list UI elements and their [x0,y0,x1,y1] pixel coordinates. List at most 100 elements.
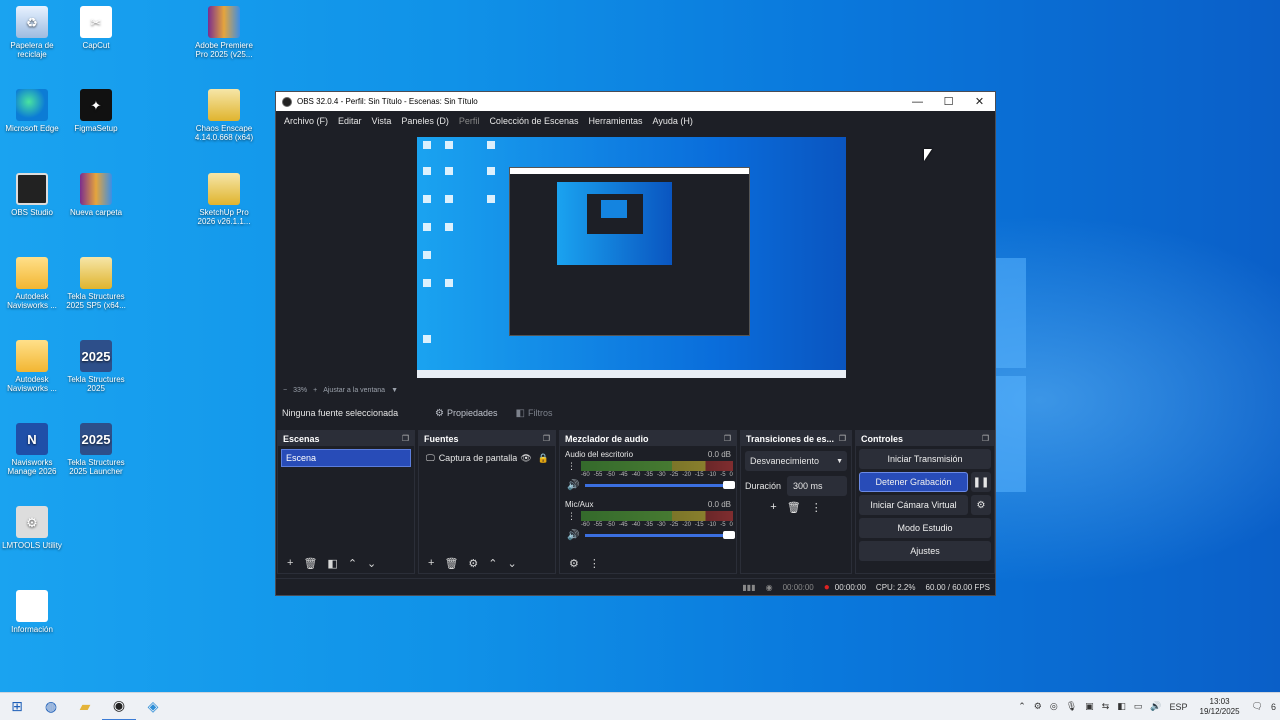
microphone-icon[interactable]: 🎙 [1066,701,1077,712]
notification-center-button[interactable]: 🗨 6 [1248,701,1280,712]
zoom-in-button[interactable]: + [313,387,317,394]
desktop-icon-obs[interactable]: OBS Studio [0,173,64,217]
transition-select[interactable]: Desvanecimiento ▼ [745,451,847,471]
tray-app-icon[interactable]: ◎ [1050,701,1058,712]
advanced-audio-gear-icon[interactable]: ⚙ [569,557,579,570]
filter-icon[interactable]: ◧ [327,557,337,570]
file-explorer-icon[interactable]: ▰ [68,693,102,720]
eye-icon[interactable]: 👁 [520,453,531,464]
desktop-icon-premiere[interactable]: Adobe Premiere Pro 2025 (v25... [192,6,256,59]
volume-slider-handle[interactable] [723,481,735,489]
add-transition-icon[interactable]: + [770,501,776,514]
more-options-icon[interactable]: ⋮ [567,461,576,472]
obs-titlebar[interactable]: OBS 32.0.4 - Perfil: Sin Título - Escena… [276,92,995,111]
stop-recording-button[interactable]: Detener Grabación [859,472,968,492]
desktop-icon-capcut[interactable]: ✂ CapCut [64,6,128,50]
tray-app-icon[interactable]: ◧ [1117,701,1126,712]
source-item[interactable]: 🖵 Captura de pantalla 👁 🔒 [422,449,552,467]
edge-icon[interactable]: ◍ [34,693,68,720]
studio-mode-button[interactable]: Modo Estudio [859,518,991,538]
tray-app-icon[interactable]: ⇆ [1102,701,1110,712]
start-streaming-button[interactable]: Iniciar Transmisión [859,449,991,469]
network-icon[interactable]: ▭ [1134,701,1143,712]
menu-editar[interactable]: Editar [333,116,367,126]
desktop-icon-tekla-sp5[interactable]: Tekla Structures 2025 SP5 (x64... [64,257,128,310]
zoom-value: 33% [293,386,308,394]
tray-app-icon[interactable]: ▣ [1085,701,1094,712]
start-virtual-camera-button[interactable]: Iniciar Cámara Virtual [859,495,968,515]
undock-icon[interactable]: ❐ [839,434,846,443]
app-taskbar-icon[interactable]: ◈ [136,693,170,720]
undock-icon[interactable]: ❐ [543,434,550,443]
chevron-up-icon[interactable]: ⌃ [488,557,497,570]
minimize-button[interactable]: — [902,92,933,111]
more-options-icon[interactable]: ⋮ [567,511,576,522]
obs-taskbar-icon[interactable]: ◉ [102,693,136,720]
menu-coleccion-escenas[interactable]: Colección de Escenas [484,116,583,126]
close-button[interactable]: ✕ [964,92,995,111]
system-tray: ⌃ ⚙ ◎ 🎙 ▣ ⇆ ◧ ▭ 🔊 ESP [1014,701,1191,712]
zoom-out-button[interactable]: − [283,387,287,394]
desktop-icon-navisworks-folder[interactable]: Autodesk Navisworks ... [0,257,64,310]
gear-icon[interactable]: ⚙ [468,557,478,570]
volume-icon[interactable]: 🔊 [1150,701,1161,712]
chevron-up-icon[interactable]: ⌃ [348,557,357,570]
undock-icon[interactable]: ❐ [724,434,731,443]
chevron-down-icon[interactable]: ⌄ [367,557,376,570]
settings-button[interactable]: Ajustes [859,541,991,561]
desktop-icon-new-folder[interactable]: Nueva carpeta [64,173,128,217]
volume-slider-handle[interactable] [723,531,735,539]
desktop-icon-edge[interactable]: Microsoft Edge [0,89,64,133]
start-button[interactable]: ⊞ [0,693,34,720]
stream-icon: ◉ [765,582,773,592]
menu-herramientas[interactable]: Herramientas [584,116,648,126]
menu-vista[interactable]: Vista [367,116,397,126]
desktop-icon-informacion[interactable]: Información [0,590,64,634]
desktop-icon-enscape[interactable]: Chaos Enscape 4.14.0.668 (x64) [192,89,256,142]
filter-icon: ◧ [515,407,525,419]
desktop-icon-recycle-bin[interactable]: ♻ Papelera de reciclaje [0,6,64,59]
fit-to-window-button[interactable]: Ajustar a la ventana [323,387,385,394]
menu-ayuda[interactable]: Ayuda (H) [648,116,698,126]
trash-icon[interactable]: 🗑 [444,557,458,570]
speaker-icon[interactable]: 🔊 [567,480,579,491]
more-options-icon[interactable]: ⋮ [811,501,822,514]
pause-icon[interactable]: ❚❚ [971,472,991,492]
chevron-up-icon[interactable]: ⌃ [1018,701,1026,712]
speaker-icon[interactable]: 🔊 [567,530,579,541]
properties-button[interactable]: ⚙ Propiedades [430,405,503,422]
preview-area[interactable] [277,130,984,386]
add-source-icon[interactable]: + [428,557,434,569]
add-scene-icon[interactable]: + [287,557,293,569]
undock-icon[interactable]: ❐ [982,434,989,443]
undock-icon[interactable]: ❐ [402,434,409,443]
duration-spinbox[interactable]: 300 ms [787,476,847,496]
zoom-dropdown-icon[interactable]: ▼ [391,387,398,394]
preview-canvas[interactable] [417,137,846,378]
desktop-icon-navisworks-manage[interactable]: N Navisworks Manage 2026 [0,423,64,476]
menu-archivo[interactable]: Archivo (F) [279,116,333,126]
desktop-icon-label: Tekla Structures 2025 [67,375,125,393]
more-options-icon[interactable]: ⋮ [589,557,600,570]
language-indicator[interactable]: ESP [1169,702,1187,712]
filters-button[interactable]: ◧ Filtros [511,405,558,422]
lock-icon[interactable]: 🔒 [538,453,549,464]
trash-icon[interactable]: 🗑 [303,557,317,570]
gear-icon[interactable]: ⚙ [971,495,991,515]
scene-item[interactable]: Escena [281,449,411,467]
chevron-down-icon[interactable]: ⌄ [508,557,517,570]
menu-perfil[interactable]: Perfil [454,116,485,126]
menu-paneles[interactable]: Paneles (D) [396,116,454,126]
volume-slider[interactable] [585,534,731,537]
desktop-icon-tekla-2025[interactable]: 2025 Tekla Structures 2025 [64,340,128,393]
desktop-icon-figma[interactable]: ✦ FigmaSetup [64,89,128,133]
tray-app-icon[interactable]: ⚙ [1034,701,1042,712]
desktop-icon-tekla-launcher[interactable]: 2025 Tekla Structures 2025 Launcher [64,423,128,476]
desktop-icon-sketchup[interactable]: SketchUp Pro 2026 v26.1.1... [192,173,256,226]
trash-icon[interactable]: 🗑 [787,501,801,514]
volume-slider[interactable] [585,484,731,487]
clock[interactable]: 13:03 19/12/2025 [1200,697,1240,717]
desktop-icon-navisworks-folder-2[interactable]: Autodesk Navisworks ... [0,340,64,393]
maximize-button[interactable]: ☐ [933,92,964,111]
desktop-icon-lmtools[interactable]: ⚙ LMTOOLS Utility [0,506,64,550]
